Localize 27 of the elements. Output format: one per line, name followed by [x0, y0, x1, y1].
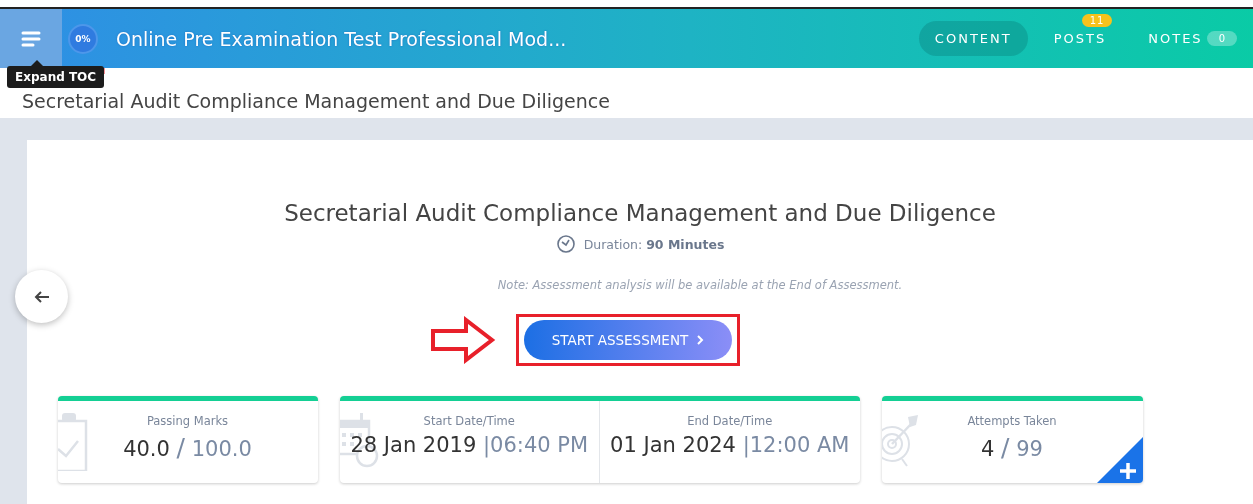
menu-button[interactable] [0, 9, 62, 68]
start-assessment-button[interactable]: START ASSESSMENT [524, 320, 732, 360]
stat-label: Attempts Taken [967, 414, 1057, 428]
note-text: Note: Assessment analysis will be available at the End of Assessment. [497, 278, 903, 292]
chevron-icon [696, 334, 705, 346]
back-arrow-icon [33, 289, 50, 304]
stat-label: Passing Marks [146, 414, 229, 428]
tooltip: Expand TOC [7, 60, 105, 88]
notes-count: 0 [1206, 31, 1237, 46]
nav-tab[interactable]: CONTENT [918, 21, 1028, 56]
annotation-arrow [430, 316, 496, 364]
stat-value: 01 Jan 2024 |12:00 AM [610, 433, 850, 457]
progress-indicator: 0% [68, 23, 98, 54]
duration-text: Duration: 90 Minutes [583, 236, 725, 252]
stat-label: End Date/Time [687, 414, 773, 428]
clipboard-icon [57, 411, 88, 471]
stat-value: 28 Jan 2019 |06:40 PM [350, 433, 589, 457]
assessment-title: Secretarial Audit Compliance Management and Due Diligence [284, 200, 996, 226]
menu-icon [21, 30, 41, 47]
nav-tab[interactable]: NOTES 0 [1132, 21, 1253, 56]
course-title: Online Pre Examination Test Professional Mod... [116, 27, 567, 50]
stat-label: Start Date/Time [423, 414, 515, 428]
stat-value: 40.0 / 100.0 [123, 433, 252, 462]
add-attempt-button[interactable] [1096, 437, 1143, 483]
clock-icon [555, 234, 576, 254]
stat-value: 4 / 99 [981, 433, 1043, 462]
count-badge: 11 [1081, 14, 1113, 27]
